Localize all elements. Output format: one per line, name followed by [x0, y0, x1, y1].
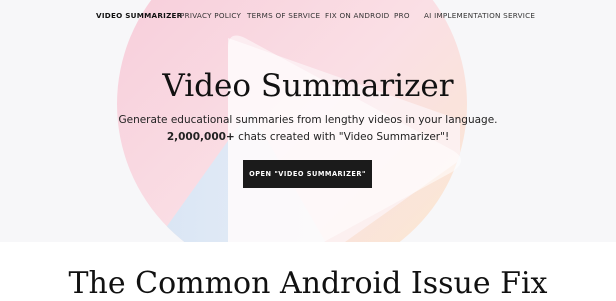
nav-item-pro[interactable]: PRO: [394, 11, 410, 20]
nav-item-video-summarizer[interactable]: VIDEO SUMMARIZER: [96, 11, 182, 20]
nav-item-ai-implementation-service[interactable]: AI IMPLEMENTATION SERVICE: [424, 11, 535, 20]
hero-subtitle: Generate educational summaries from leng…: [118, 114, 498, 126]
nav-item-fix-on-android[interactable]: FIX ON ANDROID: [325, 11, 389, 20]
section-heading: The Common Android Issue Fix: [68, 266, 548, 301]
chat-count-number: 2,000,000+: [166, 131, 235, 143]
open-video-summarizer-button[interactable]: OPEN "VIDEO SUMMARIZER": [243, 160, 372, 188]
chat-count-label: chats created with "Video Summarizer"!: [234, 131, 450, 143]
chat-count-text: 2,000,000+ chats created with "Video Sum…: [0, 131, 616, 143]
nav-item-terms-of-service[interactable]: TERMS OF SERVICE: [247, 11, 320, 20]
nav-item-privacy-policy[interactable]: PRIVACY POLICY: [180, 11, 241, 20]
hero-section: VIDEO SUMMARIZER PRIVACY POLICY TERMS OF…: [0, 0, 616, 242]
page-title: Video Summarizer: [162, 68, 454, 104]
top-nav: VIDEO SUMMARIZER PRIVACY POLICY TERMS OF…: [0, 11, 616, 23]
